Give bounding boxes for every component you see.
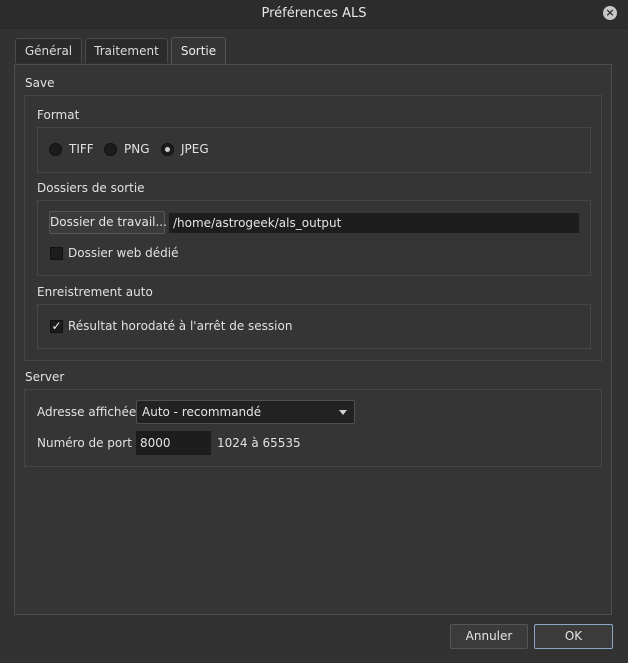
- address-select-value: Auto - recommandé: [142, 405, 262, 419]
- radio-tiff[interactable]: [49, 143, 62, 156]
- work-folder-button[interactable]: Dossier de travail...: [49, 211, 167, 234]
- tab-sortie[interactable]: Sortie: [171, 37, 226, 65]
- timestamped-label: Résultat horodaté à l'arrêt de session: [68, 319, 293, 333]
- radio-jpeg[interactable]: [161, 143, 174, 156]
- auto-save-title: Enreistrement auto: [37, 285, 153, 299]
- address-label: Adresse affichée: [37, 405, 137, 419]
- cancel-button[interactable]: Annuler: [450, 624, 528, 649]
- work-folder-path-input[interactable]: /home/astrogeek/als_output: [169, 213, 579, 233]
- tab-traitement[interactable]: Traitement: [85, 38, 168, 63]
- title-bar: Préférences ALS ×: [0, 0, 628, 29]
- port-range-hint: 1024 à 65535: [217, 436, 301, 450]
- ok-button[interactable]: OK: [534, 624, 613, 649]
- radio-tiff-label: TIFF: [69, 142, 94, 156]
- format-title: Format: [37, 108, 80, 122]
- timestamped-checkbox[interactable]: ✓: [50, 320, 63, 333]
- format-frame: [37, 127, 591, 173]
- server-group-title: Server: [25, 370, 65, 384]
- address-select[interactable]: Auto - recommandé: [136, 400, 355, 424]
- port-label: Numéro de port: [37, 436, 132, 450]
- radio-jpeg-label: JPEG: [181, 142, 209, 156]
- radio-png[interactable]: [104, 143, 117, 156]
- save-group-title: Save: [25, 76, 55, 90]
- tab-general[interactable]: Général: [15, 38, 82, 63]
- chevron-down-icon: [339, 410, 347, 415]
- radio-png-label: PNG: [124, 142, 150, 156]
- close-icon[interactable]: ×: [603, 6, 617, 20]
- web-folder-checkbox[interactable]: [50, 247, 63, 260]
- window-title: Préférences ALS: [261, 6, 367, 21]
- port-input[interactable]: 8000: [136, 431, 211, 455]
- output-folders-title: Dossiers de sortie: [37, 181, 145, 195]
- web-folder-label: Dossier web dédié: [68, 246, 179, 260]
